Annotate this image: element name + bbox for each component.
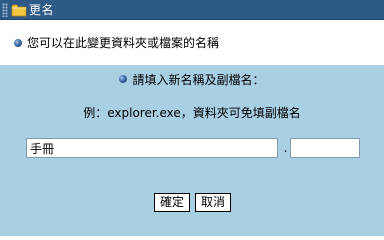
example-text: 例：explorer.exe，資料夾可免填副檔名 bbox=[83, 106, 301, 120]
info-row: 您可以在此變更資料夾或檔案的名稱 bbox=[0, 20, 384, 65]
name-input[interactable] bbox=[26, 138, 278, 158]
bullet-icon bbox=[14, 38, 22, 47]
cancel-button[interactable]: 取消 bbox=[195, 193, 231, 212]
prompt-row: 請填入新名稱及副檔名： bbox=[0, 70, 384, 88]
prompt-text: 請填入新名稱及副檔名： bbox=[132, 72, 265, 87]
dialog-title: 更名 bbox=[29, 3, 55, 17]
dialog-titlebar: 更名 bbox=[0, 0, 384, 20]
bullet-icon bbox=[119, 75, 128, 83]
info-text: 您可以在此變更資料夾或檔案的名稱 bbox=[27, 36, 220, 50]
rename-panel: 請填入新名稱及副檔名： 例：explorer.exe，資料夾可免填副檔名 . 確… bbox=[0, 65, 384, 236]
drag-grip-icon[interactable] bbox=[2, 2, 8, 17]
extension-separator: . bbox=[283, 141, 288, 155]
ok-button[interactable]: 確定 bbox=[154, 193, 190, 212]
folder-icon bbox=[11, 4, 27, 16]
extension-input[interactable] bbox=[290, 138, 360, 158]
